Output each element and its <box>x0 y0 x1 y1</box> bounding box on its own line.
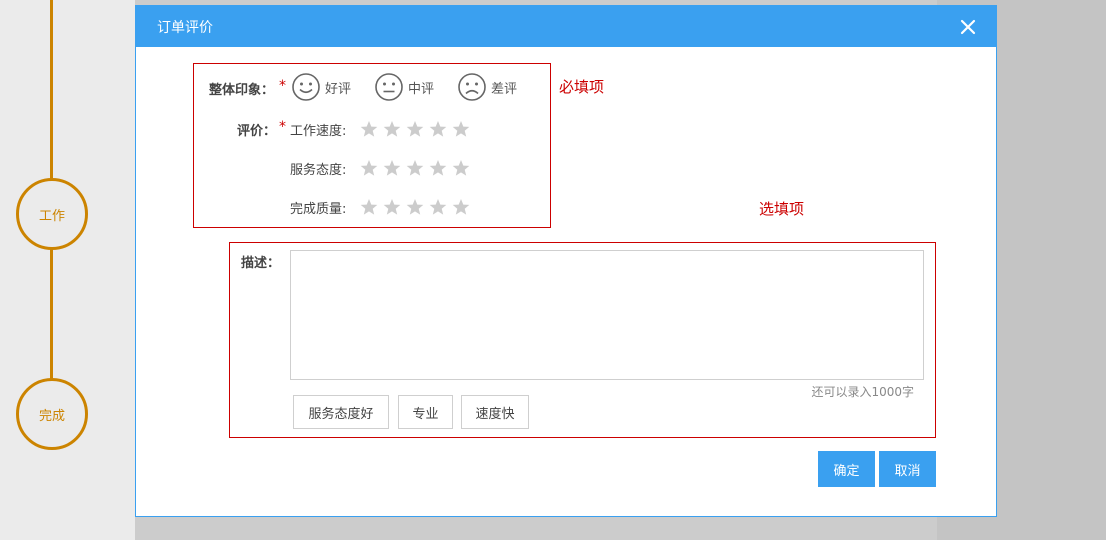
rating-good-label: 好评 <box>325 81 352 97</box>
star-icon[interactable] <box>452 198 470 216</box>
close-button[interactable] <box>958 17 978 37</box>
rating-bad[interactable]: 差评 <box>457 72 517 102</box>
star-icon[interactable] <box>429 159 447 177</box>
rating-neutral-label: 中评 <box>408 81 435 97</box>
tag-service-good[interactable]: 服务态度好 <box>293 395 389 429</box>
required-asterisk: * <box>279 78 286 94</box>
dialog-title: 订单评价 <box>157 19 213 36</box>
timeline-step-done: 完成 <box>16 378 88 450</box>
star-icon[interactable] <box>383 120 401 138</box>
tag-fast[interactable]: 速度快 <box>461 395 529 429</box>
character-count-hint: 还可以录入1000字 <box>811 385 914 399</box>
timeline-step-work: 工作 <box>16 178 88 250</box>
star-icon[interactable] <box>452 120 470 138</box>
star-icon[interactable] <box>406 159 424 177</box>
rating-neutral[interactable]: 中评 <box>374 72 434 102</box>
star-icon[interactable] <box>360 120 378 138</box>
completion-quality-label: 完成质量: <box>290 202 347 217</box>
neutral-face-icon <box>375 73 403 101</box>
description-textarea[interactable] <box>290 250 924 380</box>
required-note: 必填项 <box>559 78 605 96</box>
star-icon[interactable] <box>452 159 470 177</box>
star-icon[interactable] <box>429 120 447 138</box>
star-icon[interactable] <box>383 198 401 216</box>
completion-quality-stars <box>360 198 470 216</box>
star-icon[interactable] <box>360 159 378 177</box>
confirm-button[interactable]: 确定 <box>818 451 875 487</box>
tag-professional[interactable]: 专业 <box>398 395 453 429</box>
rating-bad-label: 差评 <box>491 81 518 97</box>
cancel-button[interactable]: 取消 <box>879 451 936 487</box>
rating-label: 评价： <box>237 124 277 139</box>
timeline-line <box>50 0 53 180</box>
sad-face-icon <box>458 73 486 101</box>
optional-note: 选填项 <box>759 200 805 218</box>
timeline-line <box>50 248 53 381</box>
timeline-step-label: 工作 <box>38 208 65 224</box>
service-attitude-stars <box>360 159 470 177</box>
rating-good[interactable]: 好评 <box>291 72 351 102</box>
star-icon[interactable] <box>429 198 447 216</box>
star-icon[interactable] <box>406 120 424 138</box>
smile-face-icon <box>292 73 320 101</box>
star-icon[interactable] <box>360 198 378 216</box>
timeline-step-label: 完成 <box>38 408 65 424</box>
work-speed-stars <box>360 120 470 138</box>
description-label: 描述： <box>241 256 281 271</box>
service-attitude-label: 服务态度: <box>290 163 347 178</box>
page-background-left <box>0 0 135 540</box>
required-asterisk: * <box>279 119 286 135</box>
dialog-header: 订单评价 <box>136 6 996 47</box>
overall-impression-label: 整体印象： <box>209 83 275 98</box>
star-icon[interactable] <box>406 198 424 216</box>
work-speed-label: 工作速度: <box>290 124 347 139</box>
order-review-dialog: 订单评价 必填项 选填项 整体印象： * 好评 中评 差评 评价： * 工作速度… <box>135 5 997 517</box>
close-icon <box>960 19 976 34</box>
star-icon[interactable] <box>383 159 401 177</box>
